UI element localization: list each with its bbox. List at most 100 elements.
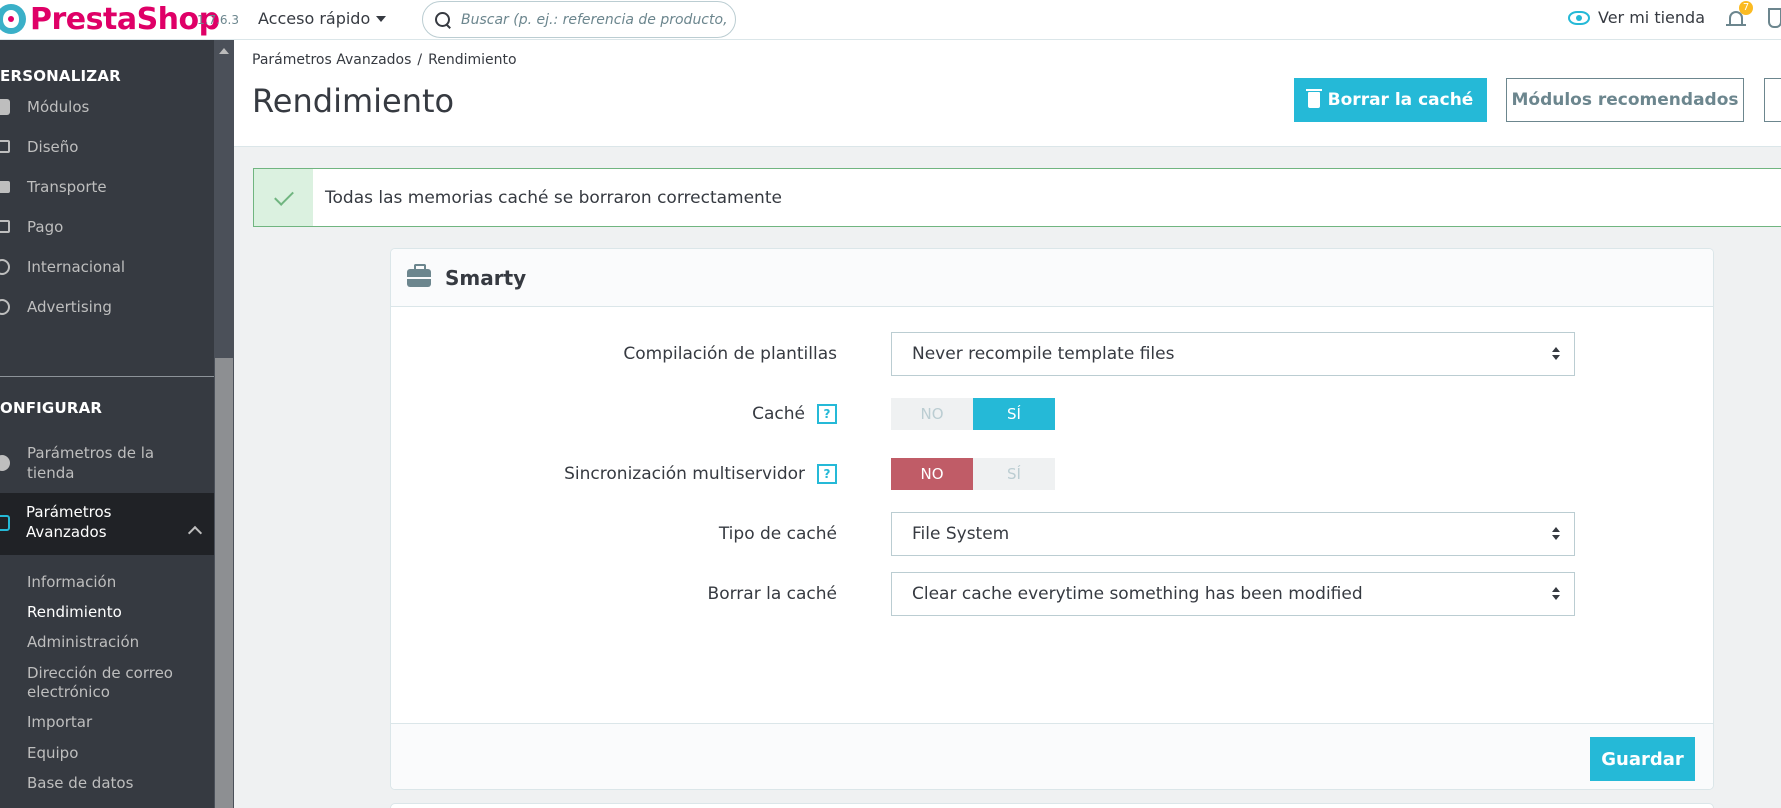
view-store-link[interactable]: Ver mi tienda	[1568, 8, 1705, 27]
cache-label-text: Caché	[752, 404, 805, 424]
sidebar-item-shipping[interactable]: Transporte	[0, 177, 214, 197]
select-arrows-icon	[1552, 587, 1560, 601]
save-button[interactable]: Guardar	[1590, 737, 1695, 781]
version-label: 1.7.6.3	[197, 13, 239, 27]
multiserver-toggle[interactable]: NO SÍ	[891, 458, 1055, 490]
breadcrumb: Parámetros Avanzados / Rendimiento	[252, 52, 517, 68]
scroll-up-arrow-icon[interactable]	[219, 48, 229, 54]
sidebar-section-configure: ONFIGURAR	[0, 399, 103, 417]
logo-text: PrestaShop	[30, 1, 220, 37]
sidebar-item-label: Avanzados	[26, 523, 107, 541]
cache-type-select[interactable]: File System	[891, 512, 1575, 556]
form-row-cache: Caché ? NO SÍ	[391, 392, 1713, 436]
check-icon	[273, 185, 294, 206]
puzzle-icon	[0, 99, 10, 115]
smarty-panel: Smarty Compilación de plantillas Never r…	[390, 248, 1714, 790]
sidebar-item-label: Diseño	[27, 138, 79, 156]
select-arrows-icon	[1552, 347, 1560, 361]
eye-icon	[1568, 10, 1590, 25]
sidebar-item-shop-parameters[interactable]: Parámetros de la tienda	[0, 443, 214, 483]
compilation-label: Compilación de plantillas	[623, 332, 837, 376]
search-bar[interactable]	[422, 1, 736, 38]
sidebar-sub-information[interactable]: Información	[27, 573, 116, 592]
puffin-logo-icon	[0, 4, 26, 34]
form-row-cache-type: Tipo de caché File System	[391, 512, 1713, 556]
notifications-button[interactable]: 7	[1726, 1, 1753, 30]
search-icon	[435, 11, 451, 28]
sidebar-item-international[interactable]: Internacional	[0, 257, 214, 277]
panel-header: Smarty	[391, 249, 1713, 307]
cache-toggle[interactable]: NO SÍ	[891, 398, 1055, 430]
credit-card-icon	[0, 220, 10, 233]
sidebar-section-customize: ERSONALIZAR	[0, 67, 121, 85]
cache-toggle-no[interactable]: NO	[891, 398, 973, 430]
target-icon	[0, 299, 10, 315]
sidebar-scrollbar-thumb[interactable]	[215, 358, 233, 808]
sidebar-item-label: Transporte	[27, 178, 107, 196]
bell-icon-base	[1726, 24, 1746, 26]
clear-cache-select-value: Clear cache everytime something has been…	[912, 584, 1363, 604]
sidebar-item-label: Internacional	[27, 258, 126, 276]
form-row-clear-cache: Borrar la caché Clear cache everytime so…	[391, 572, 1713, 616]
sidebar-sub-import[interactable]: Importar	[27, 713, 92, 732]
quick-access-dropdown[interactable]: Acceso rápido	[258, 9, 387, 28]
sidebar-item-advanced-parameters[interactable]: Parámetros Avanzados	[0, 493, 214, 555]
multiserver-toggle-yes[interactable]: SÍ	[973, 458, 1055, 490]
success-alert: Todas las memorias caché se borraron cor…	[253, 168, 1781, 227]
notification-count-badge: 7	[1739, 1, 1753, 15]
help-button[interactable]	[1764, 78, 1781, 122]
compilation-select[interactable]: Never recompile template files	[891, 332, 1575, 376]
sidebar-sub-team[interactable]: Equipo	[27, 744, 78, 763]
clear-cache-select[interactable]: Clear cache everytime something has been…	[891, 572, 1575, 616]
clear-cache-button[interactable]: Borrar la caché	[1294, 78, 1487, 122]
alert-message: Todas las memorias caché se borraron cor…	[325, 187, 782, 208]
prestashop-logo[interactable]: PrestaShop	[0, 1, 220, 37]
caret-down-icon	[376, 15, 387, 22]
sidebar-sub-performance[interactable]: Rendimiento	[27, 603, 122, 622]
gear-icon	[0, 455, 10, 471]
sidebar-item-payment[interactable]: Pago	[0, 217, 214, 237]
view-store-label: Ver mi tienda	[1598, 8, 1705, 27]
clear-cache-label-text: Borrar la caché	[707, 584, 837, 604]
alert-icon-box	[254, 169, 313, 226]
recommended-modules-button[interactable]: Módulos recomendados	[1506, 78, 1744, 122]
trophy-icon[interactable]	[1768, 8, 1781, 28]
sidebar-sub-database[interactable]: Base de datos	[27, 774, 133, 793]
sidebar-item-label: Pago	[27, 218, 64, 236]
panel-title: Smarty	[445, 265, 527, 290]
help-icon[interactable]: ?	[817, 464, 837, 484]
top-header: PrestaShop 1.7.6.3 Acceso rápido Ver mi …	[0, 0, 1781, 40]
sidebar-item-design[interactable]: Diseño	[0, 137, 214, 157]
sidebar-sub-email-line2[interactable]: electrónico	[27, 683, 110, 702]
compilation-label-text: Compilación de plantillas	[623, 344, 837, 364]
sidebar-item-label: Parámetros de la	[27, 444, 155, 462]
help-icon[interactable]: ?	[817, 404, 837, 424]
briefcase-icon	[407, 263, 431, 287]
settings-icon	[0, 515, 10, 531]
panel-footer: Guardar	[391, 723, 1713, 789]
sidebar-item-advertising[interactable]: Advertising	[0, 297, 214, 317]
sidebar-sub-email[interactable]: Dirección de correo	[27, 664, 173, 683]
page-header: Parámetros Avanzados / Rendimiento Rendi…	[234, 40, 1781, 147]
clear-cache-button-label: Borrar la caché	[1327, 90, 1474, 110]
clear-cache-label: Borrar la caché	[708, 572, 837, 616]
form-row-multiserver: Sincronización multiservidor ? NO SÍ	[391, 452, 1713, 496]
truck-icon	[0, 181, 10, 193]
sidebar-item-label: tienda	[27, 464, 75, 482]
monitor-icon	[0, 140, 10, 153]
globe-icon	[0, 259, 10, 275]
sidebar-item-label: Módulos	[27, 98, 90, 116]
breadcrumb-parent-link[interactable]: Parámetros Avanzados	[252, 52, 411, 68]
sidebar-item-label: Advertising	[27, 298, 112, 316]
sidebar-sub-administration[interactable]: Administración	[27, 633, 139, 652]
search-input[interactable]	[461, 11, 731, 28]
sidebar-item-modules[interactable]: Módulos	[0, 97, 214, 117]
multiserver-label-text: Sincronización multiservidor	[564, 464, 805, 484]
compilation-select-value: Never recompile template files	[912, 344, 1175, 364]
trash-icon	[1305, 89, 1322, 108]
multiserver-toggle-no[interactable]: NO	[891, 458, 973, 490]
next-panel-edge	[390, 803, 1714, 808]
cache-toggle-yes[interactable]: SÍ	[973, 398, 1055, 430]
breadcrumb-separator: /	[417, 52, 423, 68]
sidebar-item-label: Parámetros	[26, 503, 112, 521]
